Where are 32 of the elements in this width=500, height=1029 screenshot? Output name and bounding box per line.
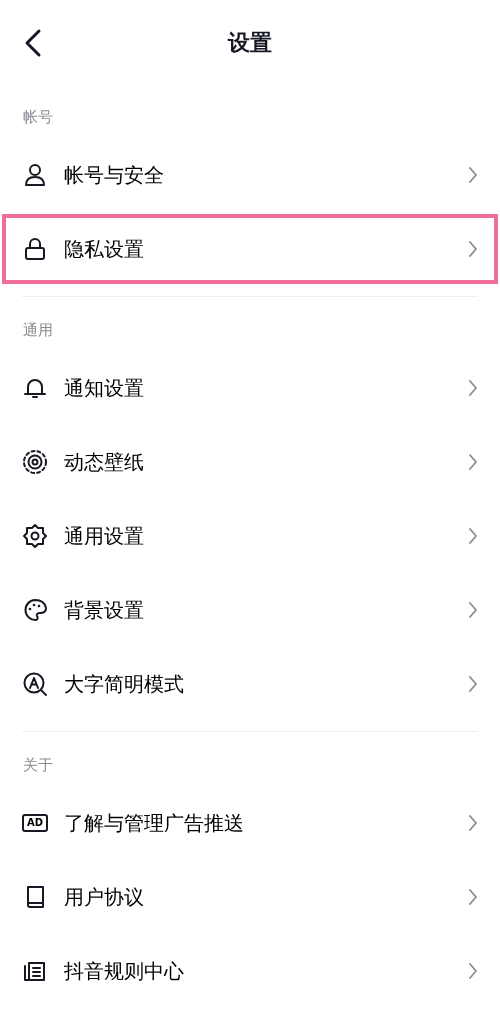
row-label: 通知设置 <box>64 375 145 402</box>
row-label: 动态壁纸 <box>64 449 145 476</box>
highlighted-settings-row[interactable]: 隐私设置 <box>0 212 500 286</box>
row-label: 大字简明模式 <box>64 671 185 698</box>
section-label: 帐号 <box>23 108 53 126</box>
chevron-icon <box>468 814 478 832</box>
section-label: 关于 <box>23 756 53 774</box>
row-label: 通用设置 <box>64 523 145 550</box>
row-label: 隐私设置 <box>64 236 145 263</box>
section-label: 通用 <box>23 321 53 339</box>
chevron-icon <box>468 527 478 545</box>
chevron-icon <box>468 962 478 980</box>
row-label: 背景设置 <box>64 597 145 624</box>
chevron-icon <box>468 240 478 258</box>
settings-icon <box>22 523 48 549</box>
ad-icon: AD <box>22 814 48 832</box>
row-label: 用户协议 <box>64 884 145 911</box>
magnifier-letter-icon <box>22 671 48 697</box>
row-label: 帐号与安全 <box>64 162 165 189</box>
row-label: 了解与管理广告推送 <box>64 810 245 837</box>
palette-icon <box>22 597 48 623</box>
chevron-icon <box>468 601 478 619</box>
person-icon <box>22 162 48 188</box>
chevron-icon <box>468 379 478 397</box>
chevron-icon <box>468 166 478 184</box>
chevron-icon <box>468 675 478 693</box>
lock-icon <box>22 236 48 262</box>
page-title: 设置 <box>228 28 272 57</box>
chevron-icon <box>468 453 478 471</box>
chevron-icon <box>468 888 478 906</box>
concentric-circles-icon <box>22 449 48 475</box>
row-label: 抖音规则中心 <box>64 958 185 985</box>
